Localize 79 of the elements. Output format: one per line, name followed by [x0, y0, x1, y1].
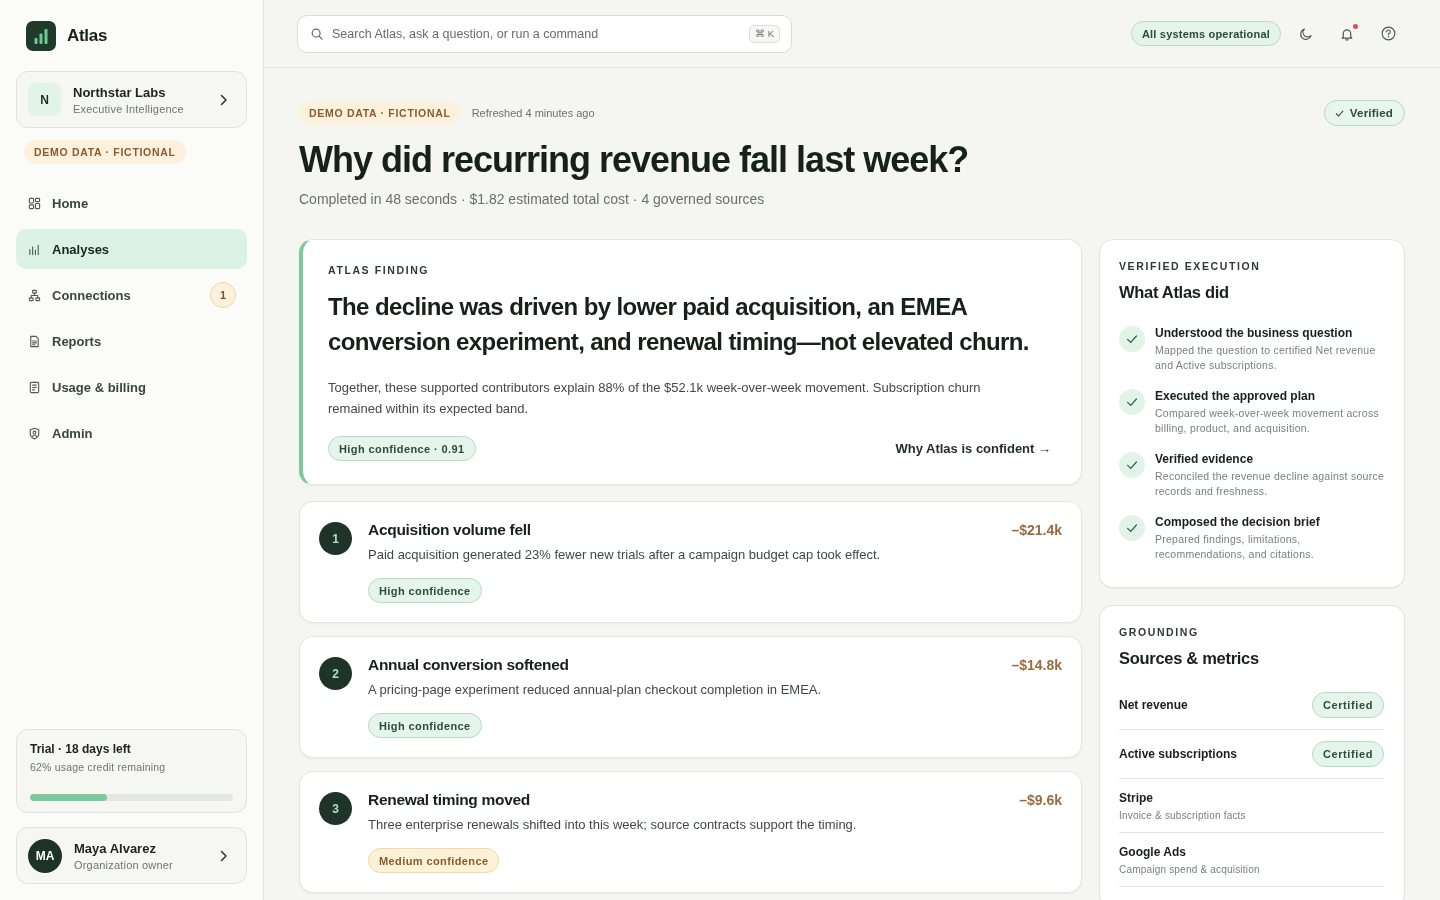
count-badge: 1 [210, 282, 236, 308]
nav-item[interactable]: Home [16, 183, 247, 223]
user-avatar: MA [28, 838, 62, 873]
step-detail: Mapped the question to certified Net revenue and Active subscriptions. [1155, 343, 1377, 372]
analysis-meta: Completed in 48 seconds · $1.82 estimated total cost · 4 governed sources [299, 190, 766, 209]
finding-summary: Together, these supported contributors explain 88% of the $52.1k week-over-week movement. Subscription churn remained within its expected band. [328, 379, 982, 418]
chevron-right-icon [220, 849, 228, 862]
help-icon[interactable] [1381, 26, 1396, 41]
refresh-time: Refreshed 4 minutes ago [471, 107, 595, 119]
impact-amount: –$14.8k [1011, 656, 1062, 675]
rank-number: 3 [319, 792, 352, 825]
card-title: What Atlas did [1119, 282, 1230, 303]
source-detail: Campaign spend & acquisition [1119, 863, 1261, 877]
finding-headline: The decline was driven by lower paid acquisition, an EMEA conversion experiment, and renewal timing—not elevated churn. [328, 292, 1030, 357]
logo-icon [26, 20, 56, 51]
chevron-right-icon [220, 93, 228, 106]
source-name: Google Ads [1119, 844, 1187, 860]
document-icon [28, 334, 41, 348]
user-card[interactable]: MA Maya Alvarez Organization owner [16, 827, 247, 884]
confidence-badge: High confidence · 0.91 [328, 436, 476, 461]
certified-badge: Certified [1311, 741, 1384, 767]
grid-icon [28, 196, 41, 210]
certified-badge: Certified [1311, 692, 1384, 718]
card-title: Sources & metrics [1119, 648, 1260, 669]
source-name: Stripe [1119, 790, 1154, 806]
step-title: Composed the decision brief [1155, 514, 1321, 530]
hierarchy-icon [28, 288, 41, 302]
bar-chart-icon [28, 242, 41, 256]
step-title: Executed the approved plan [1155, 388, 1317, 404]
demo-data-badge: DEMO DATA · FICTIONAL [24, 140, 186, 164]
impact-amount: –$9.6k [1019, 791, 1062, 810]
section-eyebrow: GROUNDING [1119, 625, 1200, 639]
nav-item[interactable]: Analyses [16, 229, 247, 269]
impact-amount: –$21.4k [1011, 521, 1062, 540]
nav-item[interactable]: Reports [16, 321, 247, 361]
brand-name: Atlas [67, 25, 108, 46]
workspace-subtitle: Executive Intelligence [73, 102, 185, 115]
rank-number: 2 [319, 657, 352, 690]
step-detail: Reconciled the revenue decline against source records and freshness. [1155, 469, 1385, 498]
shield-icon [28, 426, 41, 440]
trial-detail: 62% usage credit remaining [30, 761, 167, 773]
source-detail: Invoice & subscription facts [1119, 809, 1247, 823]
confidence-badge: Medium confidence [368, 848, 500, 873]
cause-description: Paid acquisition generated 23% fewer new trials after a campaign budget cap took effect. [368, 546, 881, 564]
confidence-badge: High confidence [368, 578, 482, 603]
user-role: Organization owner [74, 858, 174, 871]
step-detail: Compared week-over-week movement across billing, product, and acquisition. [1155, 406, 1380, 435]
trial-title: Trial · 18 days left [30, 742, 132, 756]
step-title: Verified evidence [1155, 451, 1255, 467]
cause-title: Annual conversion softened [368, 655, 569, 675]
cause-title: Acquisition volume fell [368, 520, 531, 540]
workspace-card[interactable]: N Northstar Labs Executive Intelligence [16, 71, 247, 128]
nav-item[interactable]: Connections 1 [16, 275, 247, 315]
user-name: Maya Alvarez [74, 840, 157, 856]
system-status-badge: All systems operational [1130, 21, 1281, 46]
check-icon [1334, 108, 1344, 118]
moon-icon[interactable] [1299, 26, 1313, 41]
section-eyebrow: ATLAS FINDING [328, 263, 430, 277]
workspace-name: Northstar Labs [73, 84, 167, 100]
confidence-link[interactable]: Why Atlas is confident → [895, 441, 1051, 456]
search-icon [311, 27, 323, 40]
confidence-badge: High confidence [368, 713, 482, 738]
rank-number: 1 [319, 522, 352, 555]
section-eyebrow: VERIFIED EXECUTION [1119, 259, 1262, 273]
step-detail: Prepared findings, limitations, recommendations, and citations. [1155, 532, 1315, 561]
cause-description: Three enterprise renewals shifted into this week; source contracts support the timing. [368, 816, 857, 834]
bell-icon[interactable] [1340, 26, 1354, 41]
receipt-icon [28, 380, 41, 394]
verified-label: Verified [1349, 107, 1393, 119]
page-title: Why did recurring revenue fall last week? [299, 138, 970, 182]
workspace-avatar: N [28, 83, 61, 116]
metric-name: Net revenue [1119, 697, 1188, 713]
metric-name: Active subscriptions [1119, 746, 1238, 762]
nav-item[interactable]: Usage & billing [16, 367, 247, 407]
cause-title: Renewal timing moved [368, 790, 530, 810]
step-title: Understood the business question [1155, 325, 1354, 341]
nav-item[interactable]: Admin [16, 413, 247, 453]
demo-data-badge: DEMO DATA · FICTIONAL [299, 101, 461, 125]
cause-description: A pricing-page experiment reduced annual-plan checkout completion in EMEA. [368, 681, 822, 699]
